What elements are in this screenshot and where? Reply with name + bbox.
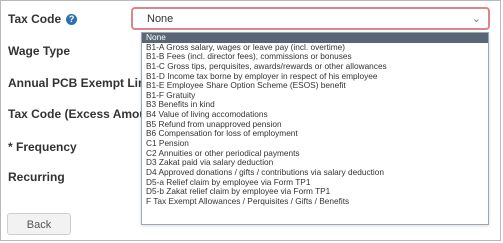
dropdown-option[interactable]: D5-a Relief claim by employee via Form T… [142, 178, 488, 188]
tax-code-label-text: Tax Code [8, 12, 62, 26]
help-icon[interactable]: ? [66, 14, 78, 25]
dropdown-option[interactable]: None [142, 33, 488, 43]
dropdown-option[interactable]: B1-A Gross salary, wages or leave pay (i… [142, 43, 488, 53]
dropdown-option[interactable]: D3 Zakat paid via salary deduction [142, 158, 488, 168]
dropdown-option[interactable]: B1-F Gratuity [142, 91, 488, 101]
recurring-label: Recurring [8, 170, 65, 184]
dropdown-option[interactable]: B1-B Fees (incl. director fees), commiss… [142, 52, 488, 62]
back-button[interactable]: Back [7, 213, 71, 235]
pcb-exempt-label: Annual PCB Exempt Limit [8, 76, 157, 90]
tax-code-excess-label-text: Tax Code (Excess Amount) [8, 107, 163, 121]
chevron-down-icon[interactable]: ⌄ [472, 12, 481, 25]
frequency-label: * Frequency [8, 140, 77, 154]
dropdown-option[interactable]: B1-E Employee Share Option Scheme (ESOS)… [142, 81, 488, 91]
dropdown-option[interactable]: F Tax Exempt Allowances / Perquisites / … [142, 197, 488, 207]
dropdown-option[interactable]: B1-C Gross tips, perquisites, awards/rew… [142, 62, 488, 72]
wage-type-label: Wage Type [8, 44, 71, 58]
form-panel: Tax Code? Wage Type Annual PCB Exempt Li… [0, 0, 501, 241]
dropdown-option[interactable]: C2 Annuities or other periodical payment… [142, 149, 488, 159]
dropdown-option[interactable]: C1 Pension [142, 139, 488, 149]
tax-code-dropdown-list: None B1-A Gross salary, wages or leave pa… [141, 32, 489, 225]
tax-code-label: Tax Code? [8, 12, 78, 26]
dropdown-option[interactable]: B3 Benefits in kind [142, 100, 488, 110]
dropdown-option[interactable]: B4 Value of living accomodations [142, 110, 488, 120]
dropdown-option[interactable]: B5 Refund from unapproved pension [142, 120, 488, 130]
dropdown-option[interactable]: D4 Approved donations / gifts / contribu… [142, 168, 488, 178]
dropdown-option[interactable]: B1-D Income tax borne by employer in res… [142, 72, 488, 82]
tax-code-select[interactable]: None ⌄ [131, 7, 490, 30]
dropdown-option[interactable]: B6 Compensation for loss of employment [142, 129, 488, 139]
dropdown-option[interactable]: D5-b Zakat relief claim by employee via … [142, 187, 488, 197]
tax-code-select-value: None [147, 13, 174, 25]
